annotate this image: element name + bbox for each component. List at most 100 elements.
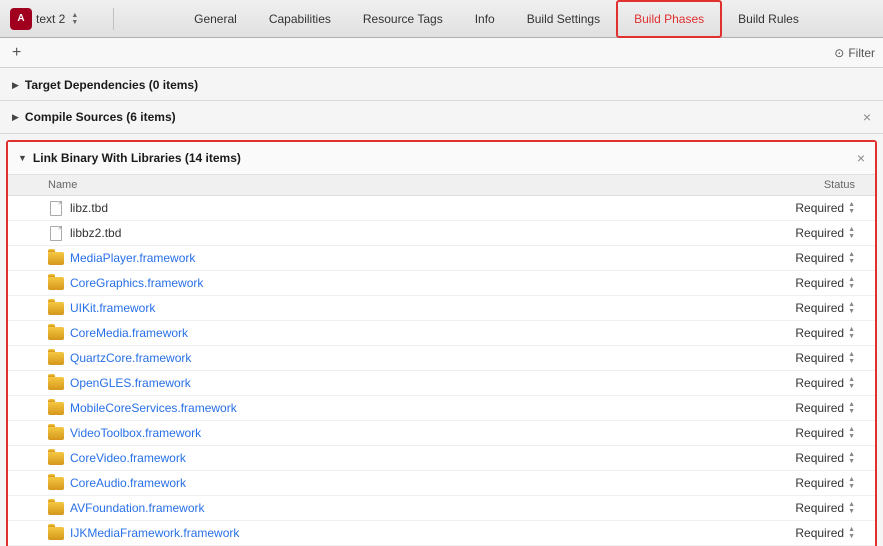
table-row[interactable]: libz.tbd Required ▲▼	[8, 196, 875, 221]
table-row[interactable]: IJKMediaFramework.frameworkRequired▲▼	[8, 521, 875, 546]
file-icon	[48, 200, 64, 216]
tab-info[interactable]: Info	[459, 0, 511, 38]
tab-build-phases[interactable]: Build Phases	[616, 0, 722, 38]
status-text: Required	[795, 301, 844, 315]
table-row[interactable]: CoreGraphics.framework Required ▲▼	[8, 271, 875, 296]
tab-resource-tags[interactable]: Resource Tags	[347, 0, 459, 38]
folder-icon	[48, 400, 64, 416]
status-text: Required	[795, 201, 844, 215]
tab-general[interactable]: General	[178, 0, 253, 38]
compile-sources-section[interactable]: ▶ Compile Sources (6 items) ×	[0, 101, 883, 134]
lib-name: MediaPlayer.framework	[70, 251, 735, 265]
status-stepper[interactable]: ▲▼	[848, 251, 855, 265]
lib-name: CoreGraphics.framework	[70, 276, 735, 290]
target-dependencies-title: Target Dependencies (0 items)	[25, 78, 198, 92]
folder-icon	[48, 500, 64, 516]
status-stepper[interactable]: ▲▼	[848, 426, 855, 440]
table-row[interactable]: AVFoundation.framework Required ▲▼	[8, 496, 875, 521]
tab-capabilities[interactable]: Capabilities	[253, 0, 347, 38]
lib-table: libz.tbdRequired▲▼libbz2.tbdRequired▲▼Me…	[8, 196, 875, 546]
table-row[interactable]: MobileCoreServices.framework Required ▲▼	[8, 396, 875, 421]
table-row[interactable]: CoreVideo.framework Required ▲▼	[8, 446, 875, 471]
xcode-icon: A	[10, 8, 32, 30]
toolbar: + ⊙ Filter	[0, 38, 883, 68]
link-binary-section: ▼ Link Binary With Libraries (14 items) …	[6, 140, 877, 546]
status-text: Required	[795, 276, 844, 290]
folder-icon	[48, 275, 64, 291]
tab-build-settings[interactable]: Build Settings	[511, 0, 616, 38]
folder-icon	[48, 325, 64, 341]
compile-sources-close-button[interactable]: ×	[863, 109, 871, 125]
status-text: Required	[795, 401, 844, 415]
table-row[interactable]: QuartzCore.frameworkRequired▲▼	[8, 346, 875, 371]
folder-icon	[48, 250, 64, 266]
status-text: Required	[795, 226, 844, 240]
link-binary-header[interactable]: ▼ Link Binary With Libraries (14 items) …	[8, 142, 875, 175]
status-stepper[interactable]: ▲▼	[848, 476, 855, 490]
lib-name: CoreMedia.framework	[70, 326, 735, 340]
table-row[interactable]: VideoToolbox.frameworkRequired▲▼	[8, 421, 875, 446]
stepper-down-icon: ▼	[71, 19, 78, 26]
status-stepper[interactable]: ▲▼	[848, 501, 855, 515]
tab-build-rules[interactable]: Build Rules	[722, 0, 815, 38]
target-dependencies-section[interactable]: ▶ Target Dependencies (0 items)	[0, 70, 883, 101]
status-text: Required	[795, 476, 844, 490]
status-stepper[interactable]: ▲▼	[848, 401, 855, 415]
status-stepper[interactable]: ▲▼	[848, 376, 855, 390]
top-sections: ▶ Target Dependencies (0 items) ▶ Compil…	[0, 68, 883, 136]
lib-name: QuartzCore.framework	[70, 351, 735, 365]
col-status-header: Status	[735, 179, 855, 191]
link-binary-triangle-icon: ▼	[18, 153, 27, 163]
status-text: Required	[795, 451, 844, 465]
stepper-up-icon: ▲	[71, 12, 78, 19]
folder-icon	[48, 425, 64, 441]
lib-name: CoreVideo.framework	[70, 451, 735, 465]
lib-name: AVFoundation.framework	[70, 501, 735, 515]
folder-icon	[48, 525, 64, 541]
folder-icon	[48, 375, 64, 391]
status-stepper[interactable]: ▲▼	[848, 526, 855, 540]
lib-name: libz.tbd	[70, 201, 735, 215]
lib-status: Required▲▼	[735, 376, 855, 390]
lib-status: Required ▲▼	[735, 401, 855, 415]
lib-status: Required▲▼	[735, 426, 855, 440]
filter-icon: ⊙	[834, 46, 844, 60]
table-row[interactable]: MediaPlayer.framework Required ▲▼	[8, 246, 875, 271]
lib-status: Required▲▼	[735, 351, 855, 365]
status-stepper[interactable]: ▲▼	[848, 326, 855, 340]
status-stepper[interactable]: ▲▼	[848, 276, 855, 290]
link-binary-close-button[interactable]: ×	[857, 150, 865, 166]
status-stepper[interactable]: ▲▼	[848, 226, 855, 240]
lib-status: Required ▲▼	[735, 301, 855, 315]
table-row[interactable]: UIKit.frameworkRequired▲▼	[8, 296, 875, 321]
lib-name: MobileCoreServices.framework	[70, 401, 735, 415]
lib-name: libbz2.tbd	[70, 226, 735, 240]
lib-name: IJKMediaFramework.framework	[70, 526, 735, 540]
lib-name: CoreAudio.framework	[70, 476, 735, 490]
link-binary-title: Link Binary With Libraries (14 items)	[33, 151, 241, 165]
lib-status: Required ▲▼	[735, 476, 855, 490]
status-stepper[interactable]: ▲▼	[848, 301, 855, 315]
filter-label: Filter	[848, 46, 875, 60]
status-text: Required	[795, 251, 844, 265]
folder-icon	[48, 300, 64, 316]
project-selector[interactable]: A text 2 ▲ ▼	[4, 8, 114, 30]
compile-sources-title: Compile Sources (6 items)	[25, 110, 176, 124]
status-stepper[interactable]: ▲▼	[848, 351, 855, 365]
status-stepper[interactable]: ▲▼	[848, 451, 855, 465]
project-stepper[interactable]: ▲ ▼	[71, 12, 78, 26]
add-button[interactable]: +	[8, 44, 25, 62]
table-row[interactable]: OpenGLES.frameworkRequired▲▼	[8, 371, 875, 396]
table-row[interactable]: libbz2.tbd Required ▲▼	[8, 221, 875, 246]
status-stepper[interactable]: ▲▼	[848, 201, 855, 215]
triangle-icon: ▶	[12, 80, 19, 91]
folder-icon	[48, 475, 64, 491]
filter-button[interactable]: ⊙ Filter	[834, 46, 875, 60]
table-row[interactable]: CoreAudio.framework Required ▲▼	[8, 471, 875, 496]
table-row[interactable]: CoreMedia.framework Required ▲▼	[8, 321, 875, 346]
lib-status: Required ▲▼	[735, 201, 855, 215]
status-text: Required	[795, 326, 844, 340]
status-text: Required	[795, 501, 844, 515]
lib-status: Required ▲▼	[735, 276, 855, 290]
triangle-icon: ▶	[12, 112, 19, 123]
